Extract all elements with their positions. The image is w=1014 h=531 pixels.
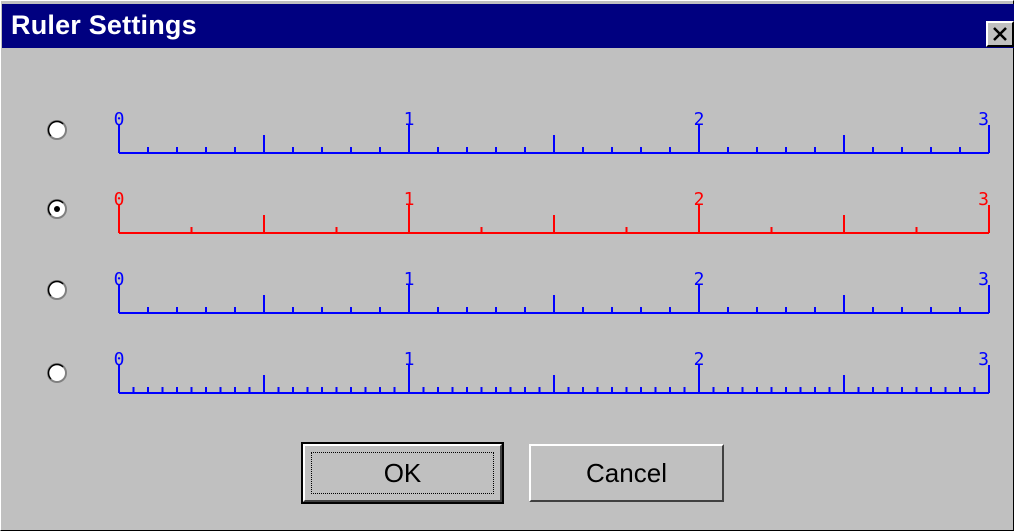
ruler-option-3-radio[interactable] <box>47 280 67 300</box>
ruler-option-1-radio[interactable] <box>47 120 67 140</box>
ruler-label: 0 <box>114 109 125 130</box>
ruler-preview-1[interactable]: 0 1 2 3 <box>101 105 1001 165</box>
ruler-option-2-radio[interactable] <box>47 199 67 219</box>
cancel-button[interactable]: Cancel <box>529 444 724 502</box>
ruler-preview-3[interactable]: 0 1 2 3 <box>101 265 1001 325</box>
ruler-label: 1 <box>404 109 415 130</box>
ruler-label: 3 <box>978 189 989 210</box>
ruler-label: 1 <box>404 189 415 210</box>
ruler-preview-2[interactable]: 0 1 2 3 <box>101 185 1001 245</box>
ruler-label: 2 <box>694 109 705 130</box>
ok-button[interactable]: OK <box>301 442 504 504</box>
ruler-label: 1 <box>404 349 415 370</box>
ruler-label: 0 <box>114 269 125 290</box>
ruler-label: 3 <box>978 109 989 130</box>
ruler-preview-4[interactable]: 0 1 2 3 <box>101 345 1001 405</box>
ruler-option-4-radio[interactable] <box>47 363 67 383</box>
close-icon <box>993 27 1007 41</box>
dialog-title: Ruler Settings <box>11 10 197 40</box>
ruler-label: 0 <box>114 189 125 210</box>
focus-rectangle <box>311 452 494 494</box>
ruler-label: 3 <box>978 269 989 290</box>
ruler-label: 2 <box>694 349 705 370</box>
ruler-label: 2 <box>694 269 705 290</box>
ruler-label: 3 <box>978 349 989 370</box>
ruler-label: 0 <box>114 349 125 370</box>
title-bar: Ruler Settings <box>2 4 1014 48</box>
cancel-button-label: Cancel <box>586 457 667 488</box>
ruler-label: 2 <box>694 189 705 210</box>
close-button[interactable] <box>986 21 1014 47</box>
radio-selected-dot <box>54 206 60 212</box>
ruler-label: 1 <box>404 269 415 290</box>
ruler-settings-dialog: Ruler Settings 0 1 2 3 0 1 2 3 0 1 2 3 0 1 2 3 OK Ca… <box>0 0 1014 531</box>
